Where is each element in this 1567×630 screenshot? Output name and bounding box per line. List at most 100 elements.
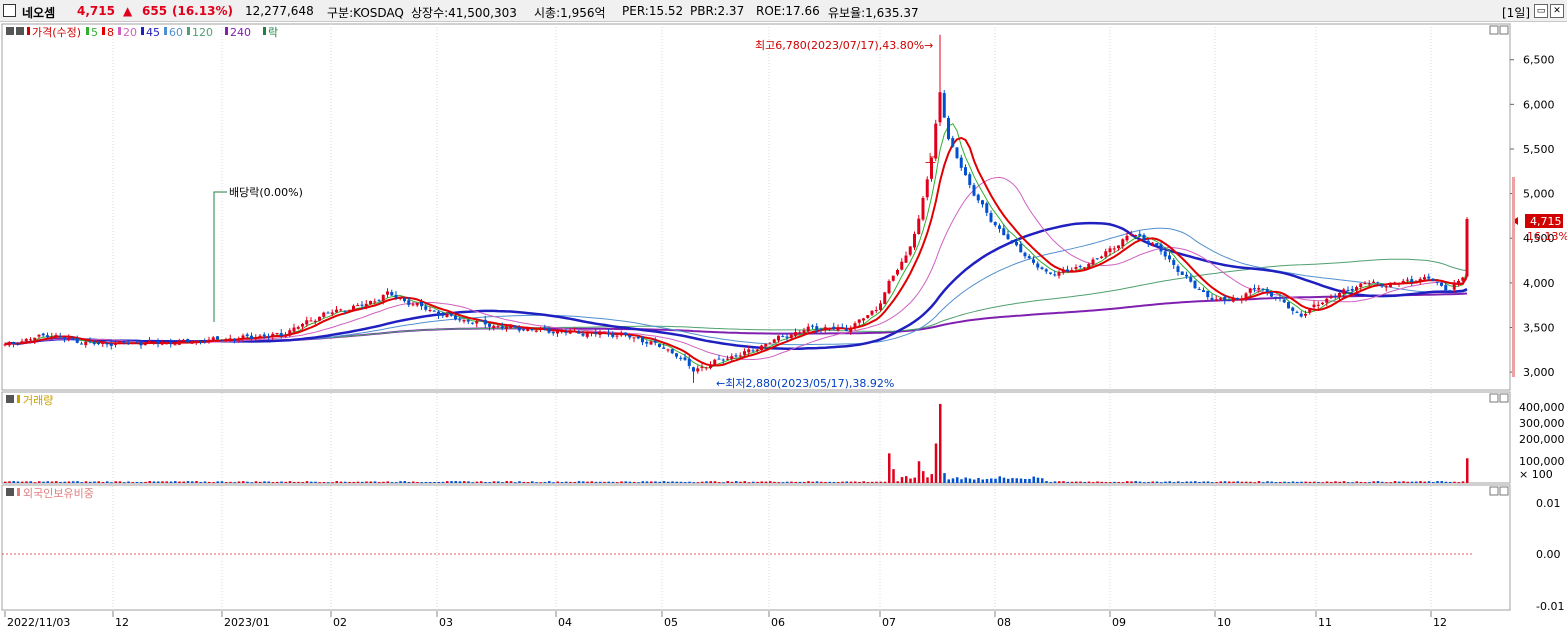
volume-bar bbox=[1036, 477, 1040, 483]
volume-bar bbox=[1151, 481, 1154, 483]
x-tick-label: 12 bbox=[115, 616, 129, 629]
volume-bar bbox=[531, 481, 534, 483]
candle bbox=[1066, 269, 1069, 272]
legend-swatch bbox=[27, 27, 30, 35]
volume-bar bbox=[339, 481, 343, 483]
volume-bar bbox=[1202, 481, 1205, 483]
candle bbox=[160, 343, 164, 345]
volume-bar bbox=[773, 481, 776, 483]
volume-bar bbox=[305, 481, 309, 483]
candle bbox=[445, 314, 449, 318]
pane-close-button[interactable] bbox=[1499, 486, 1509, 496]
candle bbox=[908, 246, 912, 255]
volume-bar bbox=[1308, 481, 1312, 483]
current-pct-label: 16.13% bbox=[1527, 230, 1567, 243]
volume-bar bbox=[157, 481, 160, 483]
volume-bar bbox=[1449, 481, 1452, 483]
candle bbox=[1295, 311, 1299, 313]
stock-chart[interactable]: 6,5006,0005,5005,0004,5004,0003,5003,000… bbox=[0, 22, 1567, 630]
volume-bar bbox=[267, 481, 270, 483]
volume-bar bbox=[501, 482, 504, 484]
volume-bar bbox=[552, 482, 555, 484]
pane-close-button[interactable] bbox=[1499, 393, 1509, 403]
candle bbox=[1206, 290, 1210, 298]
volume-bar bbox=[259, 481, 262, 483]
volume-bar bbox=[794, 481, 797, 483]
volume-bar bbox=[1317, 481, 1320, 483]
candle bbox=[709, 364, 712, 368]
candle bbox=[305, 320, 309, 325]
volume-bar bbox=[1147, 482, 1150, 484]
candle bbox=[1427, 276, 1431, 279]
candle bbox=[649, 341, 653, 345]
candle bbox=[1146, 240, 1150, 244]
volume-bar bbox=[611, 481, 615, 483]
candle bbox=[917, 218, 921, 235]
volume-bar bbox=[59, 481, 62, 483]
candle bbox=[237, 338, 241, 340]
volume-bar bbox=[824, 481, 827, 483]
candle bbox=[998, 225, 1001, 229]
volume-bar bbox=[1402, 481, 1405, 483]
pane-min-button[interactable] bbox=[1489, 486, 1499, 496]
candle bbox=[335, 309, 338, 313]
candle bbox=[679, 357, 683, 359]
candle bbox=[343, 310, 347, 312]
volume-bar bbox=[1092, 482, 1095, 484]
volume-bar bbox=[407, 482, 411, 484]
volume-bar bbox=[497, 481, 500, 483]
candle bbox=[704, 367, 708, 369]
volume-bar bbox=[1160, 482, 1163, 484]
foreign-legend-label: 외국인보유비중 bbox=[23, 487, 94, 500]
candle bbox=[1129, 234, 1133, 236]
volume-bar bbox=[327, 482, 330, 484]
candle bbox=[449, 314, 453, 316]
pane-close-button[interactable] bbox=[1499, 25, 1509, 35]
volume-tick-label: 300,000 bbox=[1519, 417, 1565, 430]
volume-bar bbox=[934, 443, 938, 483]
current-price: 4,715 bbox=[77, 4, 115, 18]
volume-bar bbox=[454, 481, 457, 483]
candle bbox=[819, 329, 823, 331]
candle bbox=[1274, 296, 1278, 299]
volume-bar bbox=[998, 476, 1001, 483]
candle bbox=[836, 327, 840, 331]
volume-bar bbox=[900, 477, 904, 483]
checkbox-icon[interactable] bbox=[3, 4, 16, 17]
candle bbox=[1236, 297, 1239, 300]
candle bbox=[194, 340, 198, 344]
candle bbox=[1219, 298, 1222, 300]
volume-bar bbox=[174, 481, 177, 483]
candle bbox=[764, 343, 768, 347]
candle bbox=[279, 333, 283, 336]
minimize-icon[interactable]: ▭ bbox=[1534, 4, 1548, 18]
volume-bar bbox=[1219, 481, 1222, 483]
volume-bar bbox=[777, 482, 780, 484]
candle bbox=[97, 343, 100, 345]
volume-bar bbox=[63, 481, 66, 483]
volume-bar bbox=[310, 481, 313, 483]
candle bbox=[267, 336, 270, 338]
candle bbox=[853, 323, 857, 329]
pane-min-button[interactable] bbox=[1489, 393, 1499, 403]
volume-bar bbox=[641, 481, 644, 483]
candle bbox=[760, 345, 763, 351]
candle bbox=[454, 315, 457, 320]
candle bbox=[743, 351, 746, 355]
volume-bar bbox=[463, 481, 466, 483]
volume-bar bbox=[739, 481, 742, 483]
volume-bar bbox=[1155, 481, 1159, 483]
pane-min-button[interactable] bbox=[1489, 25, 1499, 35]
candle bbox=[1304, 313, 1307, 316]
listed-shares: 상장수:41,500,303 bbox=[411, 6, 517, 20]
volume-bar bbox=[913, 477, 916, 483]
candle bbox=[271, 333, 275, 337]
period-selector[interactable]: [1일] bbox=[1502, 4, 1530, 21]
close-icon[interactable]: ✕ bbox=[1550, 4, 1564, 18]
volume-bar bbox=[1466, 458, 1469, 483]
candle bbox=[12, 342, 15, 344]
candle bbox=[105, 343, 109, 345]
volume-bar bbox=[1364, 482, 1367, 484]
candle bbox=[747, 349, 751, 353]
candle bbox=[955, 147, 959, 158]
